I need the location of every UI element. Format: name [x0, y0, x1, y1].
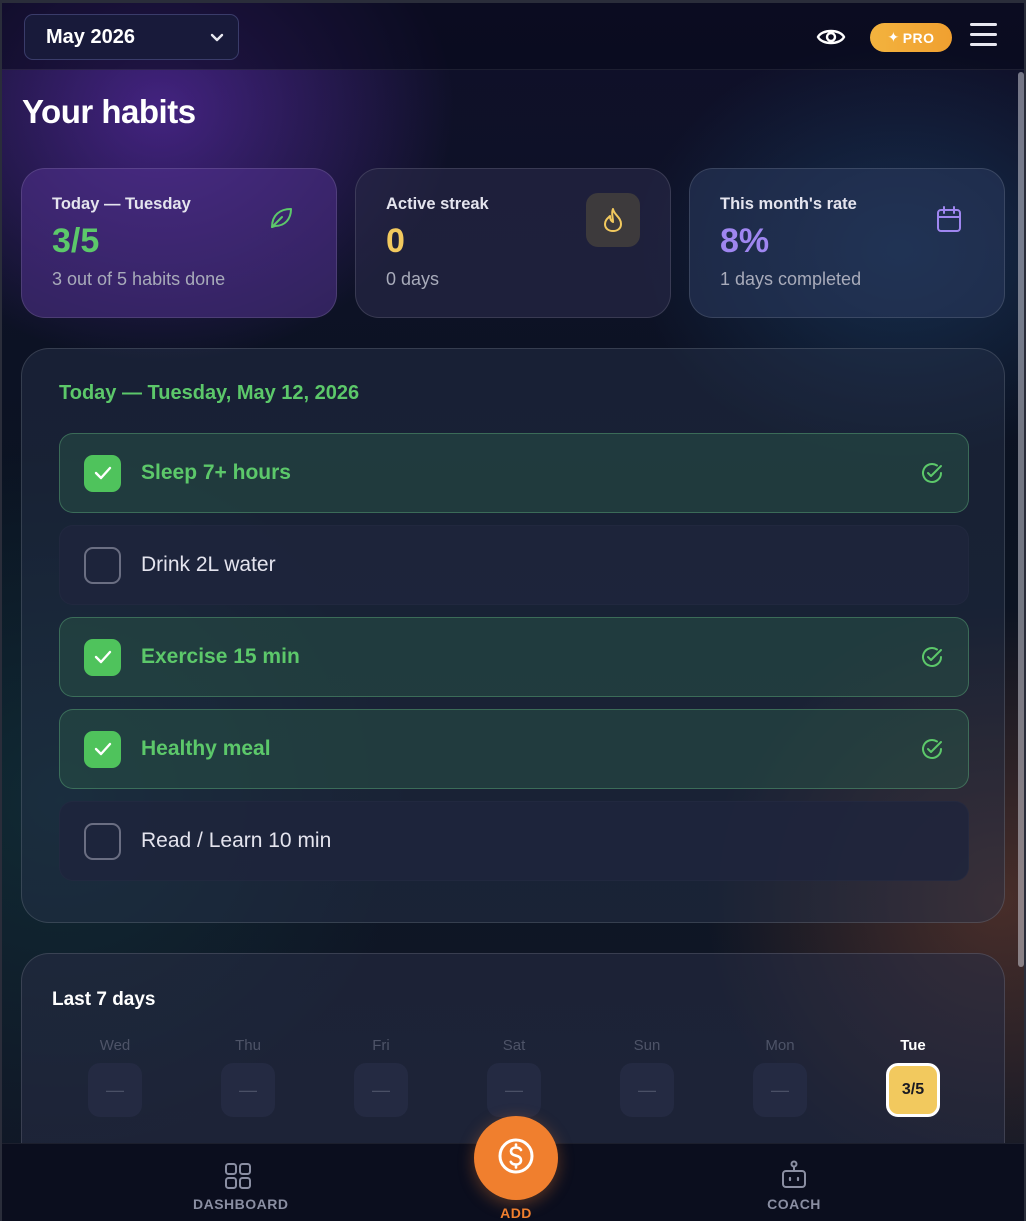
nav-coach[interactable]: COACH: [758, 1158, 830, 1212]
stat-sub: 1 days completed: [720, 269, 862, 289]
nav-coach-label: COACH: [767, 1196, 821, 1212]
robot-icon: [758, 1158, 830, 1190]
checkbox-checked[interactable]: [84, 730, 121, 768]
day-name: Thu: [235, 1037, 261, 1054]
today-panel: Today — Tuesday, May 12, 2026 Sleep 7+ h…: [21, 348, 1005, 923]
habit-name: Drink 2L water: [141, 553, 276, 576]
day-name: Sun: [633, 1037, 661, 1054]
leaf-icon: [268, 205, 294, 236]
day-cell[interactable]: Wed —: [87, 1037, 143, 1117]
day-cell[interactable]: Thu —: [220, 1037, 276, 1117]
day-name: Tue: [900, 1037, 926, 1054]
checkbox-unchecked[interactable]: [84, 822, 121, 860]
day-name: Mon: [765, 1037, 795, 1054]
habit-name: Exercise 15 min: [141, 645, 300, 668]
checkbox-checked[interactable]: [84, 454, 121, 492]
day-cell[interactable]: Mon —: [752, 1037, 808, 1117]
habit-row[interactable]: Healthy meal: [59, 709, 969, 789]
check-circle-icon: [920, 461, 944, 490]
grid-icon: [193, 1158, 283, 1190]
check-circle-icon: [920, 645, 944, 674]
habit-row[interactable]: Sleep 7+ hours: [59, 433, 969, 513]
day-cell-today[interactable]: Tue 3/5: [885, 1037, 941, 1117]
dollar-coin-icon: [496, 1136, 536, 1181]
hamburger-menu-icon[interactable]: [970, 23, 1000, 51]
day-name: Fri: [372, 1037, 390, 1054]
nav-dashboard-label: DASHBOARD: [193, 1196, 289, 1212]
day-name: Sat: [502, 1037, 526, 1054]
page-title: Your habits: [22, 93, 196, 130]
day-value: —: [487, 1063, 541, 1117]
nav-dashboard[interactable]: DASHBOARD: [193, 1158, 289, 1212]
stat-card-streak: Active streak 0 0 days: [355, 168, 671, 318]
add-button[interactable]: [474, 1116, 558, 1200]
pro-label: PRO: [902, 29, 935, 46]
day-value: —: [354, 1063, 408, 1117]
week-heading: Last 7 days: [52, 989, 156, 1010]
today-heading: Today — Tuesday, May 12, 2026: [59, 382, 360, 404]
day-cell[interactable]: Fri —: [353, 1037, 409, 1117]
habit-row[interactable]: Drink 2L water: [59, 525, 969, 605]
calendar-icon: [936, 205, 962, 238]
scrollbar[interactable]: [1018, 72, 1024, 967]
day-name: Wed: [99, 1037, 131, 1054]
sparkle-icon: ✦: [887, 29, 900, 45]
stat-card-today: Today — Tuesday 3/5 3 out of 5 habits do…: [21, 168, 337, 318]
month-label: May 2026: [46, 25, 135, 48]
habit-name: Read / Learn 10 min: [141, 829, 332, 852]
day-cell[interactable]: Sun —: [619, 1037, 675, 1117]
month-selector[interactable]: May 2026: [24, 14, 239, 60]
check-circle-icon: [920, 737, 944, 766]
habit-row[interactable]: Read / Learn 10 min: [59, 801, 969, 881]
stat-card-rate: This month's rate 8% 1 days completed: [689, 168, 1005, 318]
add-button-label: ADD: [500, 1205, 532, 1221]
stat-sub: 0 days: [386, 269, 440, 289]
day-value: —: [88, 1063, 142, 1117]
checkbox-checked[interactable]: [84, 638, 121, 676]
eye-icon[interactable]: [814, 23, 848, 51]
stat-sub: 3 out of 5 habits done: [52, 269, 226, 289]
top-bar: May 2026 ✦ PRO: [2, 3, 1024, 70]
habit-row[interactable]: Exercise 15 min: [59, 617, 969, 697]
flame-icon: [586, 193, 640, 247]
checkbox-unchecked[interactable]: [84, 546, 121, 584]
habit-name: Healthy meal: [141, 737, 271, 760]
chevron-down-icon: [210, 26, 224, 49]
day-value: —: [753, 1063, 807, 1117]
pro-badge-button[interactable]: ✦ PRO: [870, 23, 952, 52]
day-cell[interactable]: Sat —: [486, 1037, 542, 1117]
habit-name: Sleep 7+ hours: [141, 461, 291, 484]
day-value: —: [221, 1063, 275, 1117]
day-value: 3/5: [886, 1063, 940, 1117]
day-value: —: [620, 1063, 674, 1117]
